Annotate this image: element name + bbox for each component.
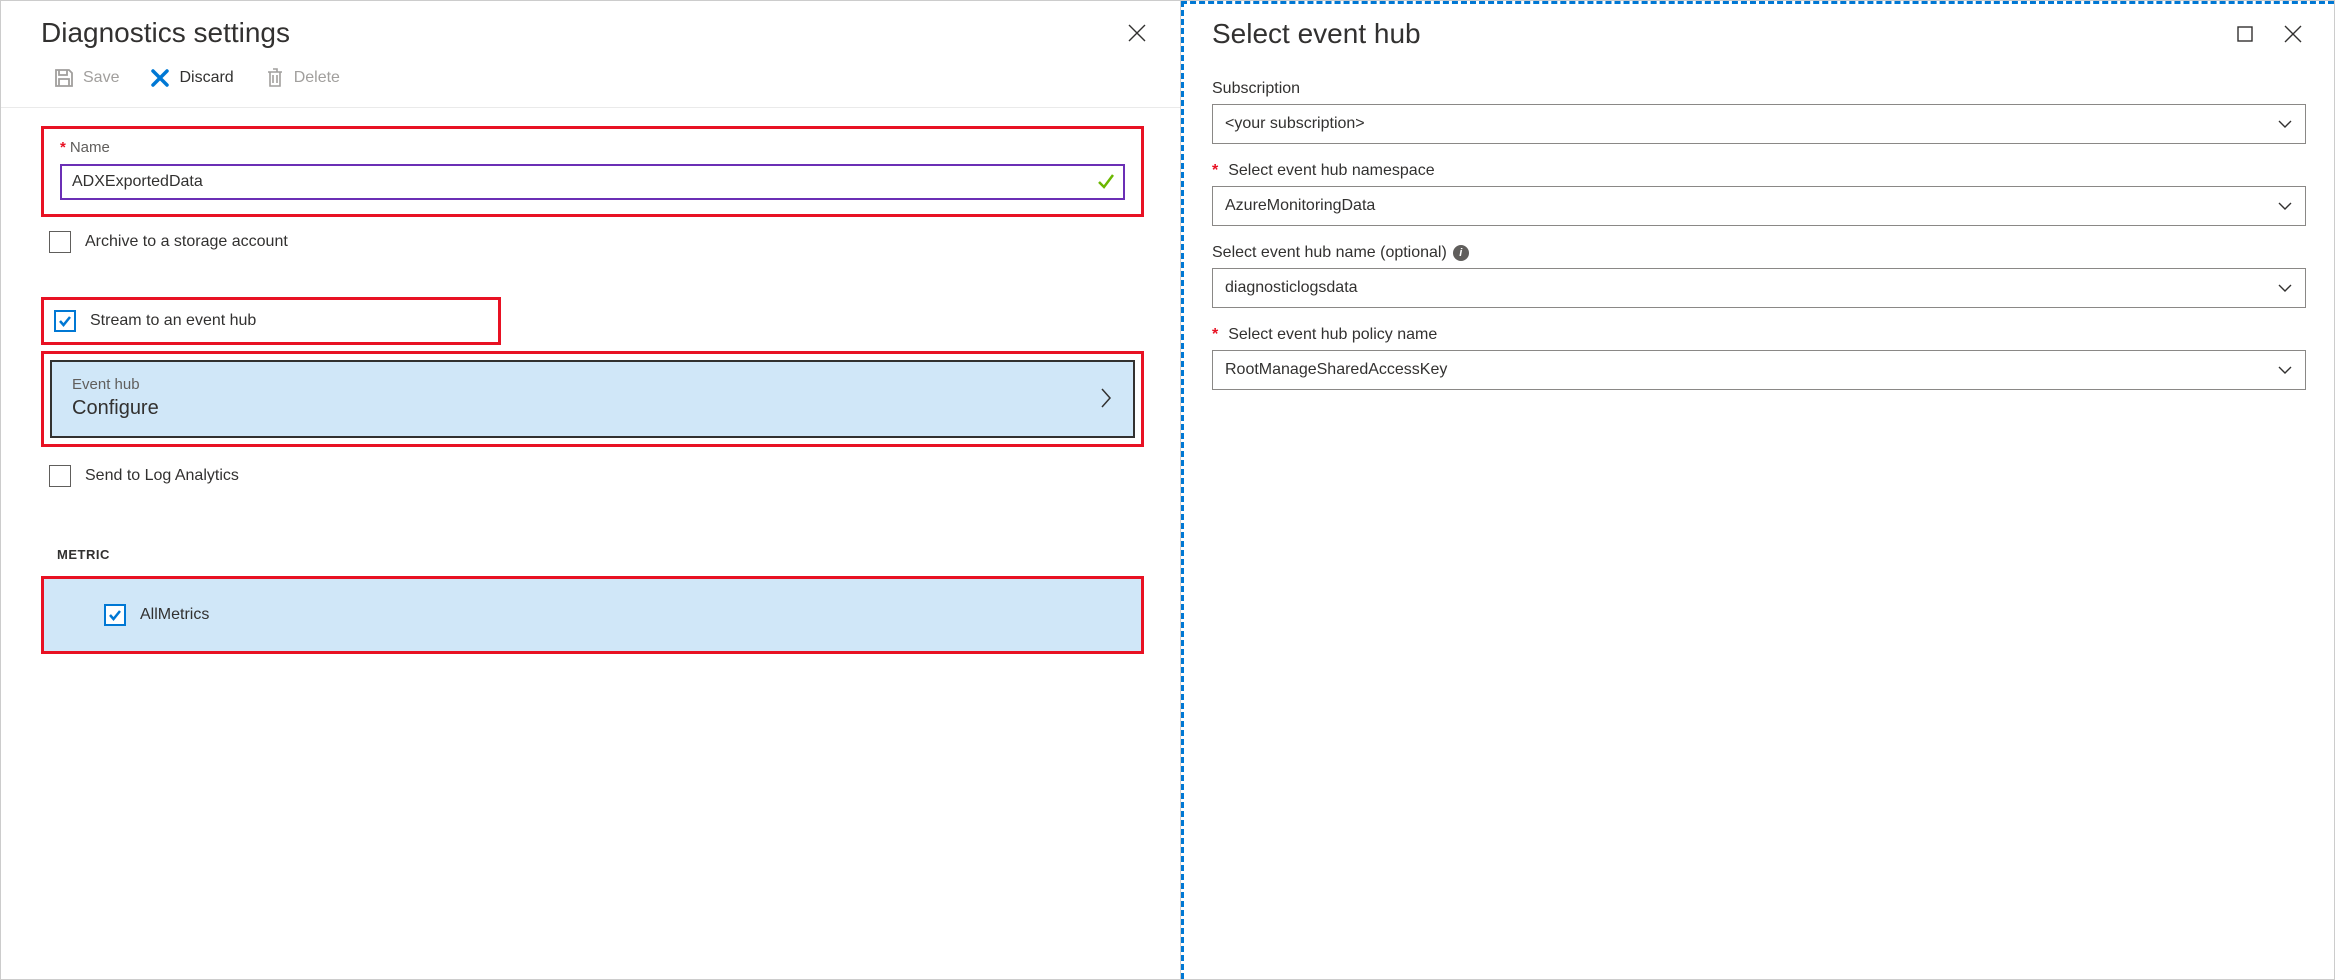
close-right-button[interactable] xyxy=(2284,20,2312,48)
archive-row: Archive to a storage account xyxy=(41,221,1144,263)
stream-row: Stream to an event hub xyxy=(46,304,490,338)
save-label: Save xyxy=(83,69,119,87)
policy-value: RootManageSharedAccessKey xyxy=(1225,361,1447,379)
archive-checkbox[interactable] xyxy=(49,231,71,253)
chevron-down-icon xyxy=(2277,119,2293,129)
required-star: * xyxy=(1212,326,1218,344)
stream-label: Stream to an event hub xyxy=(90,312,256,330)
delete-button[interactable]: Delete xyxy=(262,63,342,93)
log-analytics-row: Send to Log Analytics xyxy=(41,455,1144,497)
left-title: Diagnostics settings xyxy=(41,17,290,49)
toolbar: Save Discard Delete xyxy=(1,59,1180,108)
allmetrics-row: AllMetrics xyxy=(44,579,1141,651)
check-icon xyxy=(108,608,122,622)
chevron-right-icon xyxy=(1099,386,1113,410)
app-window: Diagnostics settings Save Discard xyxy=(0,0,2335,980)
namespace-label: *Select event hub namespace xyxy=(1212,162,2306,180)
metric-section-label: METRIC xyxy=(57,547,1144,562)
name-highlight: *Name xyxy=(41,126,1144,217)
name-label: *Name xyxy=(60,139,1133,156)
hubname-value: diagnosticlogsdata xyxy=(1225,279,1358,297)
discard-button[interactable]: Discard xyxy=(147,63,235,93)
right-title: Select event hub xyxy=(1212,18,1421,50)
info-icon[interactable]: i xyxy=(1453,245,1469,261)
hubname-dropdown[interactable]: diagnosticlogsdata xyxy=(1212,268,2306,308)
subscription-dropdown[interactable]: <your subscription> xyxy=(1212,104,2306,144)
valid-check-icon xyxy=(1097,172,1115,190)
right-header-actions xyxy=(2236,20,2312,48)
close-icon xyxy=(1128,24,1146,42)
allmetrics-checkbox[interactable] xyxy=(104,604,126,626)
required-star: * xyxy=(60,139,66,156)
configure-label: Configure xyxy=(72,397,159,420)
check-icon xyxy=(58,314,72,328)
restore-button[interactable] xyxy=(2236,20,2264,48)
policy-label: *Select event hub policy name xyxy=(1212,326,2306,344)
right-content: Subscription <your subscription> *Select… xyxy=(1184,64,2334,414)
subscription-value: <your subscription> xyxy=(1225,115,1365,133)
subscription-label: Subscription xyxy=(1212,80,2306,98)
configure-text: Event hub Configure xyxy=(72,376,159,420)
save-button[interactable]: Save xyxy=(51,63,121,93)
archive-label: Archive to a storage account xyxy=(85,233,288,251)
log-analytics-checkbox[interactable] xyxy=(49,465,71,487)
delete-label: Delete xyxy=(294,69,340,87)
left-header: Diagnostics settings xyxy=(1,1,1180,59)
stream-highlight: Stream to an event hub xyxy=(41,297,501,345)
required-star: * xyxy=(1212,162,1218,180)
eventhub-label: Event hub xyxy=(72,376,159,393)
left-content: *Name Archive to a storage account xyxy=(1,108,1180,654)
select-event-hub-pane: Select event hub Subscription <your subs… xyxy=(1181,1,2334,979)
metric-highlight: AllMetrics xyxy=(41,576,1144,654)
configure-eventhub-button[interactable]: Event hub Configure xyxy=(50,360,1135,438)
namespace-value: AzureMonitoringData xyxy=(1225,197,1375,215)
save-icon xyxy=(53,67,75,89)
chevron-down-icon xyxy=(2277,201,2293,211)
discard-label: Discard xyxy=(179,69,233,87)
log-analytics-label: Send to Log Analytics xyxy=(85,467,239,485)
hubname-label: Select event hub name (optional) i xyxy=(1212,244,2306,262)
close-left-button[interactable] xyxy=(1128,19,1156,47)
namespace-dropdown[interactable]: AzureMonitoringData xyxy=(1212,186,2306,226)
right-header: Select event hub xyxy=(1184,4,2334,64)
name-input[interactable] xyxy=(60,164,1125,200)
policy-dropdown[interactable]: RootManageSharedAccessKey xyxy=(1212,350,2306,390)
discard-icon xyxy=(149,67,171,89)
delete-icon xyxy=(264,67,286,89)
chevron-down-icon xyxy=(2277,283,2293,293)
name-input-wrap xyxy=(60,164,1125,200)
chevron-down-icon xyxy=(2277,365,2293,375)
stream-checkbox[interactable] xyxy=(54,310,76,332)
configure-highlight: Event hub Configure xyxy=(41,351,1144,447)
restore-icon xyxy=(2236,25,2254,43)
diagnostics-settings-pane: Diagnostics settings Save Discard xyxy=(1,1,1181,979)
allmetrics-label: AllMetrics xyxy=(140,606,209,624)
close-icon xyxy=(2284,25,2302,43)
